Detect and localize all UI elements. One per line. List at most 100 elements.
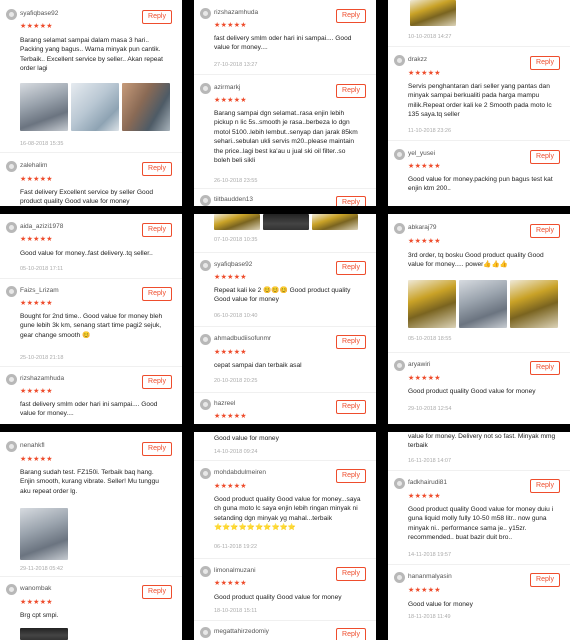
- reply-button[interactable]: Reply: [336, 335, 366, 349]
- review-panel-2: rizshazamhuda Reply ★★★★★ fast delivery …: [194, 0, 376, 206]
- review-item: mohdabdulmeiren Reply ★★★★★ Good product…: [194, 460, 376, 556]
- review-item: syafiqbase92 Reply ★★★★★ Repeat kali ke …: [194, 252, 376, 324]
- user-avatar: [394, 149, 405, 160]
- review-text: Bought for 2nd time.. Good value for mon…: [20, 313, 163, 339]
- review-photo[interactable]: [408, 280, 456, 328]
- review-item: tiitbaudden13 Reply: [194, 188, 376, 206]
- reply-button[interactable]: Reply: [142, 10, 172, 24]
- reply-button[interactable]: Reply: [530, 479, 560, 493]
- reply-button[interactable]: Reply: [142, 223, 172, 237]
- reply-button[interactable]: Reply: [336, 400, 366, 414]
- user-avatar: [394, 572, 405, 583]
- review-text: Repeat kali ke 2 😊😊😊 Good product qualit…: [214, 287, 351, 304]
- username: hananmalyasin: [408, 573, 452, 580]
- user-avatar: [394, 360, 405, 371]
- review-photo[interactable]: [71, 83, 119, 131]
- reply-button[interactable]: Reply: [336, 9, 366, 23]
- rating-stars: ★★★★★: [408, 238, 441, 245]
- rating-stars: ★★★★★: [214, 349, 247, 356]
- review-time: 29-10-2018 12:54: [408, 406, 452, 412]
- reply-button[interactable]: Reply: [336, 628, 366, 640]
- reply-button[interactable]: Reply: [336, 567, 366, 581]
- review-item: zalehalim Reply ★★★★★ Fast delivery Exce…: [0, 152, 182, 206]
- reply-button[interactable]: Reply: [142, 287, 172, 301]
- review-photo[interactable]: [410, 0, 456, 26]
- reply-button[interactable]: Reply: [142, 585, 172, 599]
- username: rizshazamhuda: [214, 9, 259, 16]
- review-photos: [410, 0, 456, 26]
- review-time: 29-11-2018 05:42: [20, 566, 64, 572]
- reply-button[interactable]: Reply: [530, 224, 560, 238]
- review-photo[interactable]: [459, 280, 507, 328]
- reply-button[interactable]: Reply: [336, 196, 366, 206]
- review-item: limonalmuzani Reply ★★★★★ Good product q…: [194, 558, 376, 620]
- review-item: hananmalyasin Reply ★★★★★ Good value for…: [388, 564, 570, 640]
- reply-button[interactable]: Reply: [142, 162, 172, 176]
- review-photo[interactable]: [312, 214, 358, 230]
- review-item: rizshazamhuda Reply ★★★★★ fast delivery …: [194, 0, 376, 72]
- review-photo[interactable]: [20, 508, 68, 560]
- reply-button[interactable]: Reply: [530, 573, 560, 587]
- review-photo[interactable]: [510, 280, 558, 328]
- review-photo[interactable]: [214, 214, 260, 230]
- rating-stars: ★★★★★: [20, 176, 53, 183]
- review-item: yel_yusei Reply ★★★★★ Good value for mon…: [388, 140, 570, 206]
- review-photo[interactable]: [263, 214, 309, 230]
- rating-stars: ★★★★★: [20, 236, 53, 243]
- review-photo[interactable]: [20, 628, 68, 640]
- review-photo[interactable]: [20, 83, 68, 131]
- review-time: 10-10-2018 14:27: [408, 34, 452, 40]
- review-time: 16-11-2018 14:07: [408, 458, 452, 464]
- username: zalehalim: [20, 162, 48, 169]
- rating-stars: ★★★★★: [214, 22, 247, 29]
- rating-stars: ★★★★★: [408, 70, 441, 77]
- username: syafiqbase92: [20, 10, 59, 17]
- username: fadkhairudi81: [408, 479, 448, 486]
- review-text: Fast delivery Excellent service by selle…: [20, 189, 154, 206]
- review-time: 14-11-2018 19:57: [408, 552, 452, 558]
- review-time: 18-11-2018 11:49: [408, 614, 451, 620]
- review-time: 27-10-2018 13:27: [214, 62, 258, 68]
- reply-button[interactable]: Reply: [530, 361, 560, 375]
- review-text: Good value for money..fast delivery..tq …: [20, 250, 153, 257]
- review-text: fast delivery smlm oder hari ini sampai.…: [214, 35, 352, 52]
- rating-stars: ★★★★★: [408, 493, 441, 500]
- review-text: Brg cpt smpi.: [20, 612, 59, 619]
- reply-button[interactable]: Reply: [336, 84, 366, 98]
- reply-button[interactable]: Reply: [530, 150, 560, 164]
- rating-stars: ★★★★★: [214, 483, 247, 490]
- rating-stars: ★★★★★: [214, 274, 247, 281]
- reply-button[interactable]: Reply: [530, 56, 560, 70]
- review-item: rizshazamhuda Reply ★★★★★ fast delivery …: [0, 366, 182, 424]
- reply-button[interactable]: Reply: [142, 442, 172, 456]
- user-avatar: [6, 286, 17, 297]
- review-text: Good product quality Good value for mone…: [214, 594, 342, 601]
- review-panel-1: syafiqbase92 Reply ★★★★★ Barang selamat …: [0, 0, 182, 206]
- user-avatar: [200, 334, 211, 345]
- username: hazreel: [214, 400, 236, 407]
- reply-button[interactable]: Reply: [142, 375, 172, 389]
- review-item: ahmadbudiisofunmr Reply ★★★★★ cepat samp…: [194, 326, 376, 392]
- rating-stars: ★★★★★: [408, 587, 441, 594]
- review-time: 25-10-2018 21:18: [20, 355, 64, 361]
- rating-stars: ★★★★★: [20, 388, 53, 395]
- review-item: Good value for money 14-10-2018 09:24: [194, 432, 376, 460]
- review-photo[interactable]: [122, 83, 170, 131]
- username: tiitbaudden13: [214, 196, 254, 203]
- reply-button[interactable]: Reply: [336, 261, 366, 275]
- review-time: 26-10-2018 23:55: [214, 178, 258, 184]
- review-photos: [20, 508, 68, 560]
- review-panel-8: Good value for money 14-10-2018 09:24 mo…: [194, 432, 376, 640]
- user-avatar: [200, 627, 211, 638]
- user-avatar: [6, 9, 17, 20]
- review-item: aryawiri Reply ★★★★★ Good product qualit…: [388, 352, 570, 424]
- reply-button[interactable]: Reply: [336, 469, 366, 483]
- review-panel-3: 10-10-2018 14:27 drakzz Reply ★★★★★ Serv…: [388, 0, 570, 206]
- review-item: nenahkfl Reply ★★★★★ Barang sudah test. …: [0, 432, 182, 574]
- username: abkaraj79: [408, 224, 437, 231]
- review-item: fadkhairudi81 Reply ★★★★★ Good product q…: [388, 470, 570, 562]
- rating-stars: ★★★★★: [20, 456, 53, 463]
- username: aida_azizi1978: [20, 223, 64, 230]
- review-text: Good value for money: [214, 435, 279, 442]
- rating-stars: ★★★★★: [408, 163, 441, 170]
